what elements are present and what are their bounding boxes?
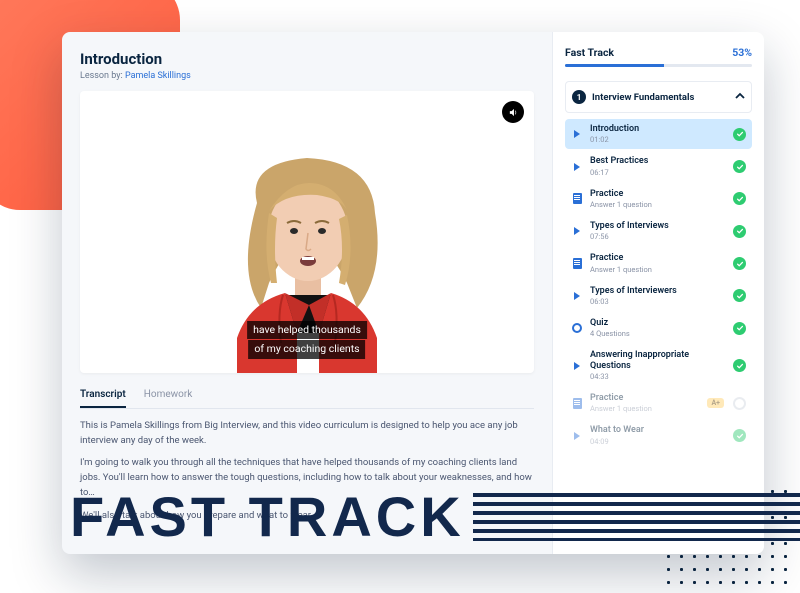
play-icon	[571, 360, 583, 372]
status-complete-icon	[733, 322, 746, 335]
fast-track-banner: FAST TRACK	[70, 484, 800, 549]
lesson-meta: 01:02	[590, 135, 726, 144]
lesson-meta: Answer 1 question	[590, 200, 726, 209]
status-complete-icon	[733, 160, 746, 173]
lesson-text: Types of Interviewers06:03	[590, 286, 726, 306]
progress-bar	[565, 64, 752, 67]
main-column: Introduction Lesson by: Pamela Skillings	[62, 32, 552, 554]
banner-text: FAST TRACK	[70, 484, 465, 549]
lesson-text: Types of Interviews07:56	[590, 221, 726, 241]
lesson-list: Introduction01:02 Best Practices 06:17 Prac…	[565, 119, 752, 451]
lesson-item[interactable]: Answering Inappropriate Questions04:33	[565, 345, 752, 386]
lesson-byline: Lesson by: Pamela Skillings	[80, 71, 534, 81]
lesson-item[interactable]: Introduction01:02	[565, 119, 752, 149]
lesson-meta: 04:09	[590, 437, 726, 446]
lesson-name: Types of Interviews	[590, 221, 726, 231]
doc-icon	[571, 397, 583, 409]
lesson-name: Practice	[590, 393, 700, 403]
video-player[interactable]: have helped thousands of my coaching cli…	[80, 91, 534, 373]
status-complete-icon	[733, 429, 746, 442]
lesson-item[interactable]: Practice Answer 1 question	[565, 248, 752, 278]
tab-homework[interactable]: Homework	[144, 383, 193, 408]
lesson-meta: 06:03	[590, 297, 726, 306]
section-number: 1	[572, 90, 586, 104]
lesson-meta: Answer 1 question	[590, 404, 700, 413]
course-sidebar: Fast Track 53% 1 Interview Fundamentals …	[552, 32, 764, 554]
app-window: Introduction Lesson by: Pamela Skillings	[62, 32, 764, 554]
caption-line: of my coaching clients	[248, 340, 365, 359]
lesson-text: Practice Answer 1 question	[590, 253, 726, 273]
lesson-text: Quiz4 Questions	[590, 318, 726, 338]
play-icon	[571, 430, 583, 442]
lesson-item[interactable]: Quiz4 Questions	[565, 313, 752, 343]
lesson-text: Best Practices 06:17	[590, 156, 726, 176]
lesson-name: Practice	[590, 189, 726, 199]
lesson-text: What to Wear 04:09	[590, 425, 726, 445]
tab-transcript[interactable]: Transcript	[80, 383, 126, 408]
lesson-text: Introduction01:02	[590, 124, 726, 144]
lesson-item[interactable]: What to Wear 04:09	[565, 420, 752, 450]
play-icon	[571, 128, 583, 140]
progress-percent: 53%	[732, 46, 752, 59]
progress-fill	[565, 64, 664, 67]
video-captions: have helped thousands of my coaching cli…	[247, 320, 367, 359]
section-toggle[interactable]: 1 Interview Fundamentals	[565, 81, 752, 113]
sound-toggle[interactable]	[502, 101, 524, 123]
lesson-name: Quiz	[590, 318, 726, 328]
lesson-meta: 4 Questions	[590, 329, 726, 338]
lesson-meta: Answer 1 question	[590, 265, 726, 274]
status-incomplete-icon	[733, 397, 746, 410]
author-link[interactable]: Pamela Skillings	[125, 71, 191, 81]
lesson-name: Answering Inappropriate Questions	[590, 350, 726, 371]
lesson-item[interactable]: Types of Interviewers06:03	[565, 281, 752, 311]
lesson-text: PracticeAnswer 1 question	[590, 189, 726, 209]
caption-line: have helped thousands	[247, 321, 367, 340]
status-complete-icon	[733, 192, 746, 205]
lesson-item[interactable]: PracticeAnswer 1 question A+	[565, 388, 752, 418]
banner-lines-icon	[473, 493, 800, 541]
content-tabs: Transcript Homework	[80, 383, 534, 409]
status-complete-icon	[733, 257, 746, 270]
status-complete-icon	[733, 128, 746, 141]
play-icon	[571, 290, 583, 302]
lesson-name: What to Wear	[590, 425, 726, 435]
doc-icon	[571, 193, 583, 205]
chevron-up-icon	[735, 91, 745, 104]
status-complete-icon	[733, 359, 746, 372]
lesson-meta: 04:33	[590, 372, 726, 381]
lesson-name: Best Practices	[590, 156, 726, 166]
course-name: Fast Track	[565, 46, 614, 59]
quiz-icon	[571, 322, 583, 334]
play-icon	[571, 161, 583, 173]
lesson-item[interactable]: Best Practices 06:17	[565, 151, 752, 181]
lesson-meta: 07:56	[590, 232, 726, 241]
lesson-item[interactable]: Types of Interviews07:56	[565, 216, 752, 246]
lesson-name: Types of Interviewers	[590, 286, 726, 296]
transcript-paragraph: This is Pamela Skillings from Big Interv…	[80, 419, 534, 448]
status-complete-icon	[733, 225, 746, 238]
course-header: Fast Track 53%	[565, 46, 752, 59]
status-complete-icon	[733, 289, 746, 302]
lesson-text: PracticeAnswer 1 question	[590, 393, 700, 413]
lesson-name: Introduction	[590, 124, 726, 134]
play-icon	[571, 225, 583, 237]
doc-icon	[571, 258, 583, 270]
grade-badge: A+	[707, 398, 724, 408]
lesson-item[interactable]: PracticeAnswer 1 question	[565, 184, 752, 214]
lesson-meta: 06:17	[590, 168, 726, 177]
lesson-title: Introduction	[80, 50, 534, 68]
by-label: Lesson by:	[80, 71, 123, 81]
lesson-name: Practice	[590, 253, 726, 263]
lesson-text: Answering Inappropriate Questions04:33	[590, 350, 726, 381]
section-title: Interview Fundamentals	[592, 92, 694, 103]
